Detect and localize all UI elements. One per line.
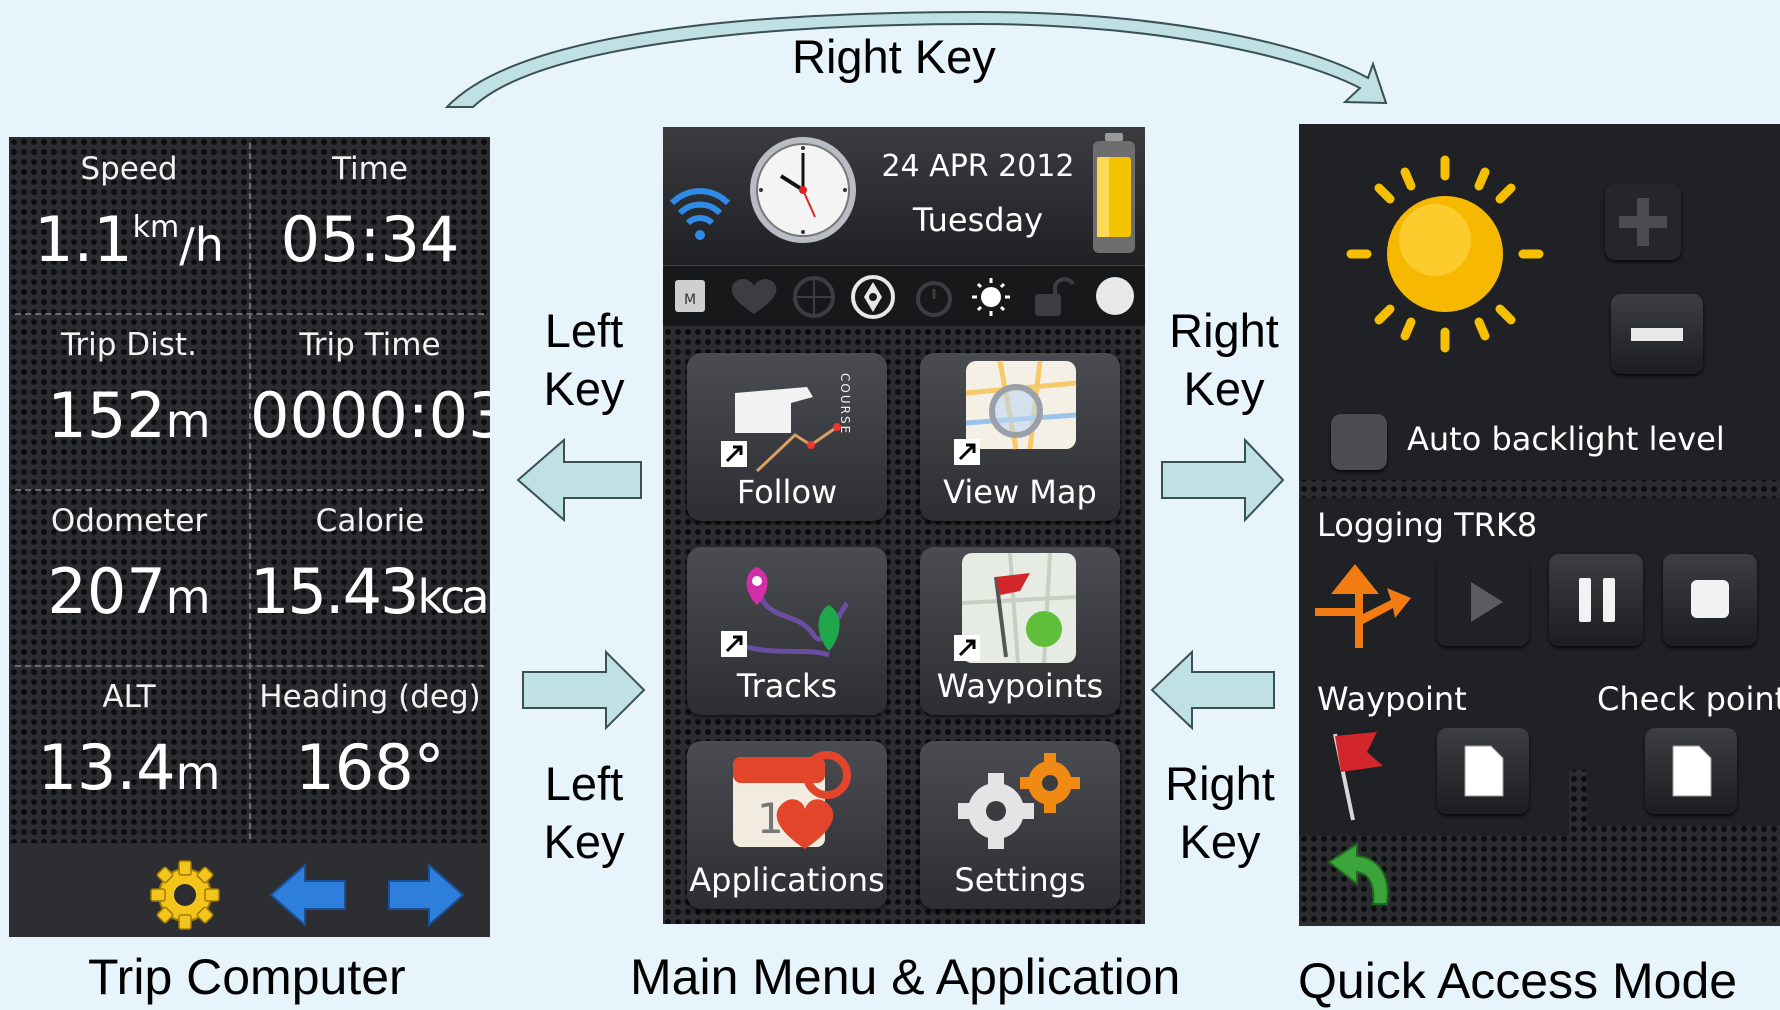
arrow-right-upper <box>1161 437 1285 523</box>
caption-main-menu: Main Menu & Application <box>630 949 1181 1005</box>
left-key-lower-line2: Key <box>543 815 625 868</box>
right-key-label-upper: Right Key <box>1162 302 1286 418</box>
left-key-upper-line1: Left <box>544 304 624 357</box>
left-key-upper-line2: Key <box>543 362 625 415</box>
arrow-right-lower <box>522 649 646 731</box>
right-key-lower-line1: Right <box>1165 757 1275 810</box>
diagram-arrows <box>444 10 1388 731</box>
right-key-upper-line2: Key <box>1183 362 1265 415</box>
caption-quick-access: Quick Access Mode <box>1298 953 1738 1009</box>
top-arrow-label: Right Key <box>792 30 996 83</box>
right-key-upper-line1: Right <box>1169 304 1279 357</box>
arrow-left-upper <box>516 437 642 523</box>
right-key-lower-line2: Key <box>1179 815 1261 868</box>
left-key-label-upper: Left Key <box>524 302 644 418</box>
left-key-lower-line1: Left <box>544 757 624 810</box>
caption-trip-computer: Trip Computer <box>88 949 406 1005</box>
arrow-left-lower <box>1150 649 1275 731</box>
left-key-label-lower: Left Key <box>524 755 644 871</box>
right-key-label-lower: Right Key <box>1158 755 1282 871</box>
